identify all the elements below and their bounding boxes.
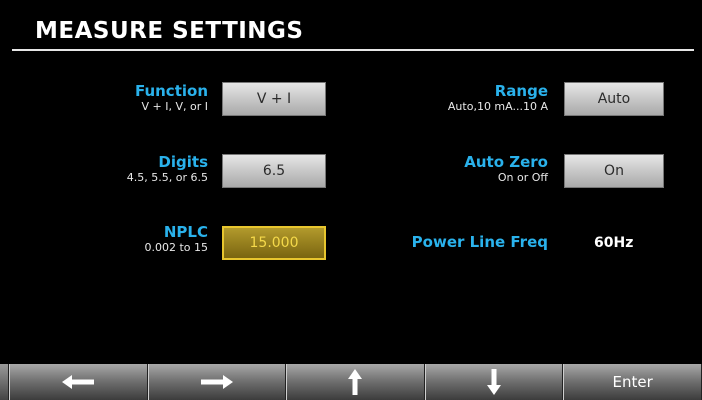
nplc-label-group: NPLC 0.002 to 15 [8,223,208,255]
auto-zero-label-group: Auto Zero On or Off [348,153,548,185]
range-label: Range [494,82,548,100]
function-label: Function [134,82,208,100]
power-line-freq-label: Power Line Freq [411,233,548,251]
arrow-left-icon [62,375,95,389]
page-title: MEASURE SETTINGS [35,18,304,44]
nplc-button[interactable]: 15.000 [222,226,326,260]
range-button[interactable]: Auto [564,82,664,116]
title-divider [12,49,694,51]
arrow-right-icon [200,375,233,389]
function-button[interactable]: V + I [222,82,326,116]
arrow-up-icon [348,369,363,395]
arrow-down-icon [487,369,502,395]
auto-zero-hint: On or Off [497,171,548,184]
range-label-group: Range Auto,10 mA...10 A [348,82,548,114]
softkey-bar-edge [0,364,9,400]
measure-settings-screen: MEASURE SETTINGS Function V + I, V, or I… [0,0,702,400]
nplc-label: NPLC [163,223,208,241]
digits-hint: 4.5, 5.5, or 6.5 [126,171,208,184]
nplc-hint: 0.002 to 15 [144,241,208,254]
range-hint: Auto,10 mA...10 A [447,100,548,113]
power-line-freq-label-group: Power Line Freq [348,233,548,251]
right-arrow-button[interactable] [147,364,287,400]
auto-zero-button[interactable]: On [564,154,664,188]
digits-button[interactable]: 6.5 [222,154,326,188]
power-line-freq-value: 60Hz [594,235,634,251]
down-arrow-button[interactable] [424,364,564,400]
digits-label: Digits [158,153,208,171]
left-arrow-button[interactable] [9,364,148,400]
softkey-bar: Enter [0,364,702,400]
up-arrow-button[interactable] [286,364,425,400]
auto-zero-label: Auto Zero [464,153,548,171]
function-label-group: Function V + I, V, or I [8,82,208,114]
enter-button[interactable]: Enter [563,364,702,400]
digits-label-group: Digits 4.5, 5.5, or 6.5 [8,153,208,185]
function-hint: V + I, V, or I [141,100,208,113]
